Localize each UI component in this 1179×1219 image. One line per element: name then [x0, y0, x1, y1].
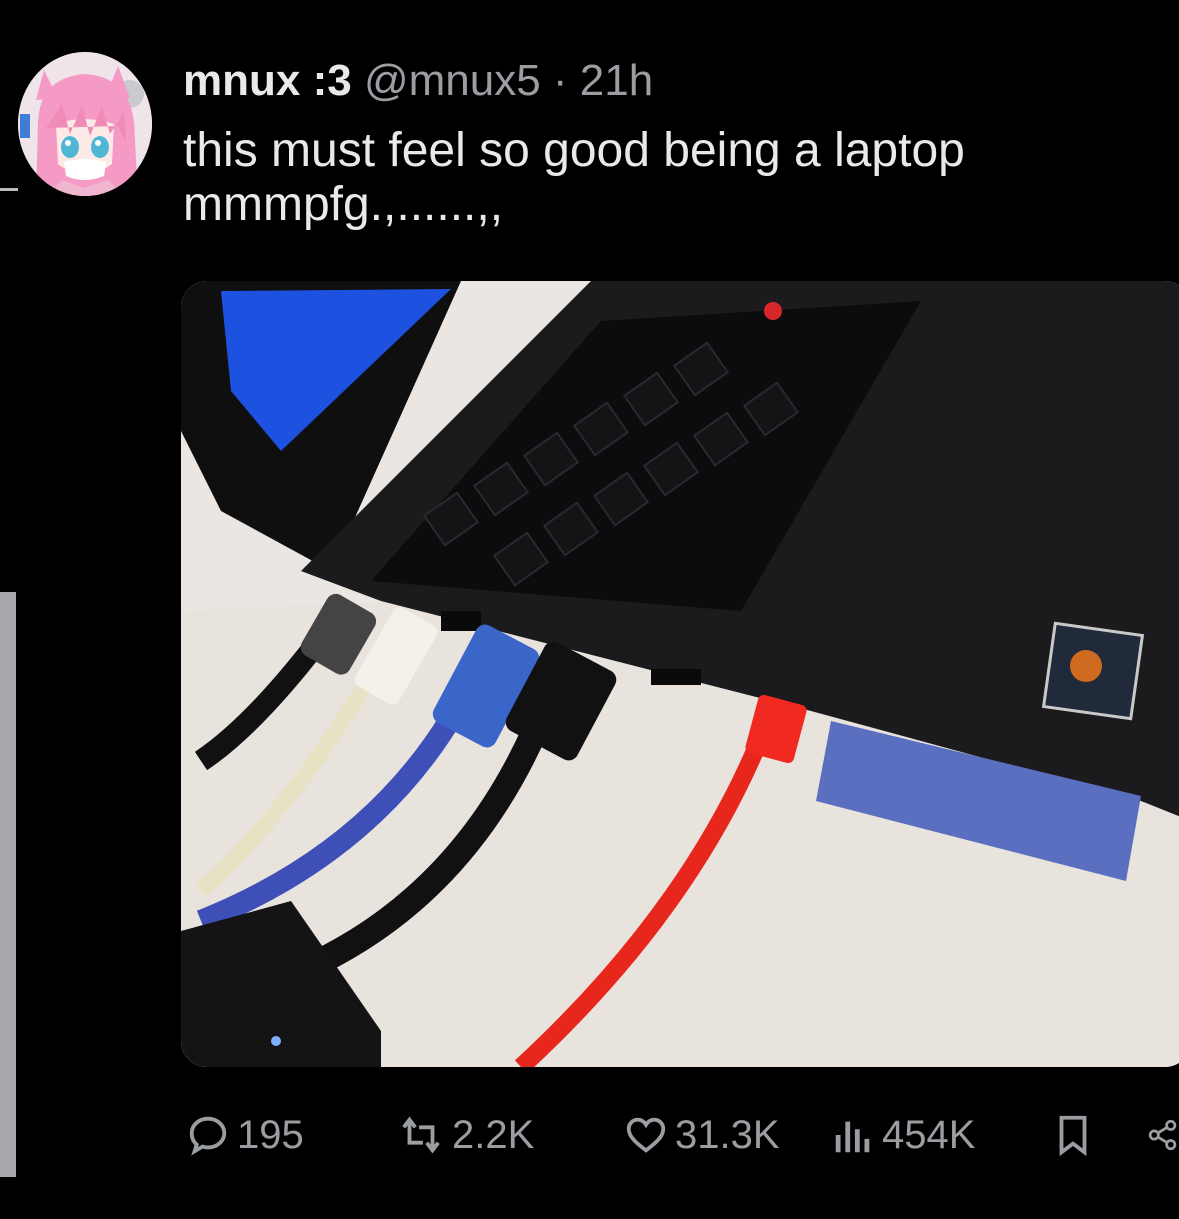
tweet-text-line: this must feel so good being a laptop: [183, 124, 965, 177]
left-divider: [0, 188, 18, 191]
views-chart-icon: [835, 1121, 870, 1153]
separator-dot: ·: [552, 56, 568, 105]
avatar-image: [18, 52, 152, 196]
repost-button[interactable]: 2.2K: [396, 1105, 534, 1165]
views-button[interactable]: 454K: [830, 1105, 975, 1165]
display-name[interactable]: mnux :3: [183, 56, 352, 105]
reply-count: 195: [237, 1112, 304, 1157]
bookmark-icon: [1059, 1115, 1087, 1157]
tweet-text: this must feel so good being a laptop mm…: [183, 124, 1163, 232]
avatar[interactable]: [18, 52, 152, 196]
repost-count: 2.2K: [452, 1112, 535, 1157]
tweet-header: mnux :3 @mnux5 · 21h: [183, 56, 653, 106]
timestamp[interactable]: 21h: [580, 56, 653, 105]
repost-icon: [402, 1116, 440, 1154]
tweet-actions: 195 2.2K 31.3K 454K: [0, 1105, 1179, 1165]
user-handle[interactable]: @mnux5: [364, 56, 541, 105]
view-count: 454K: [882, 1112, 976, 1157]
heart-icon: [626, 1117, 666, 1153]
like-count: 31.3K: [675, 1112, 780, 1157]
like-button[interactable]: 31.3K: [623, 1105, 780, 1165]
left-scroll-bar: [0, 592, 16, 1177]
reply-button[interactable]: 195: [185, 1105, 304, 1165]
tweet-media[interactable]: [181, 281, 1179, 1067]
tweet-text-line: mmmpfg.,......,,: [183, 178, 504, 231]
laptop-photo: [181, 281, 1179, 1067]
share-button[interactable]: [1146, 1105, 1179, 1165]
reply-icon: [189, 1116, 227, 1156]
bookmark-button[interactable]: [1050, 1105, 1096, 1165]
share-icon: [1148, 1119, 1177, 1151]
